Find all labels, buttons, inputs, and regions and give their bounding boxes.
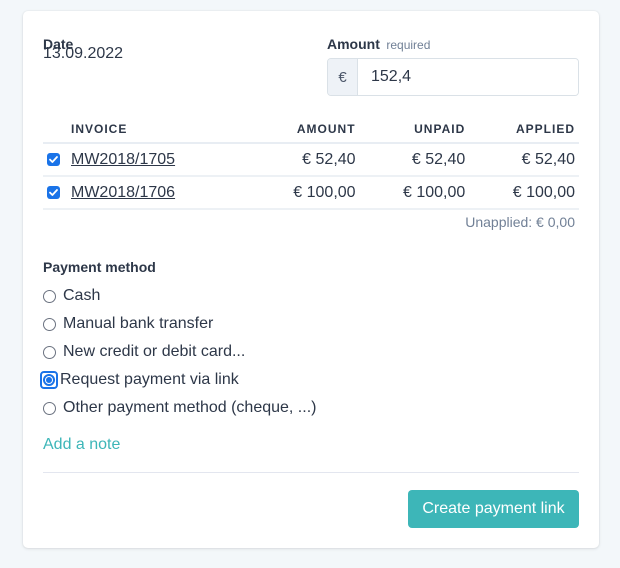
radio-button[interactable]	[43, 317, 56, 331]
unapplied-amount: Unapplied: € 0,00	[465, 214, 575, 230]
invoice-link[interactable]: MW2018/1705	[71, 151, 175, 168]
payment-option-label: Other payment method (cheque, ...)	[63, 399, 317, 416]
checkmark-icon	[49, 155, 58, 163]
create-payment-link-button[interactable]: Create payment link	[408, 490, 579, 528]
header-select	[43, 115, 71, 144]
amount-label: Amount	[327, 36, 380, 52]
amount-cell: € 52,40	[249, 143, 360, 177]
unpaid-cell: € 100,00	[359, 176, 470, 210]
divider	[43, 472, 579, 473]
radio-button[interactable]	[43, 345, 56, 359]
payment-method-options: Cash Manual bank transfer New credit or …	[40, 282, 316, 422]
radio-button[interactable]	[43, 401, 56, 415]
applied-cell: € 52,40	[469, 143, 579, 177]
amount-input[interactable]	[358, 59, 578, 95]
invoice-link[interactable]: MW2018/1706	[71, 184, 175, 201]
amount-cell: € 100,00	[249, 176, 360, 210]
payment-option-bank-transfer[interactable]: Manual bank transfer	[43, 310, 316, 338]
table-row: MW2018/1705 € 52,40 € 52,40 € 52,40	[43, 143, 579, 177]
invoice-table-header: INVOICE AMOUNT UNPAID APPLIED	[43, 115, 579, 144]
applied-cell: € 100,00	[469, 176, 579, 210]
payment-option-label: Cash	[63, 287, 101, 304]
radio-dot	[46, 377, 52, 383]
header-applied: APPLIED	[469, 115, 579, 144]
amount-input-group: €	[327, 58, 579, 96]
invoice-cell: MW2018/1705	[71, 143, 250, 177]
payment-option-other[interactable]: Other payment method (cheque, ...)	[43, 394, 316, 422]
amount-label-wrap: Amount required	[327, 36, 430, 54]
invoice-table: INVOICE AMOUNT UNPAID APPLIED MW2018/170…	[43, 115, 579, 210]
payment-option-label: Request payment via link	[60, 371, 239, 388]
payment-option-payment-link[interactable]: Request payment via link	[40, 366, 316, 394]
radio-button-selected[interactable]	[40, 371, 58, 389]
header-unpaid: UNPAID	[359, 115, 470, 144]
checkmark-icon	[49, 188, 58, 196]
add-note-link[interactable]: Add a note	[43, 436, 120, 454]
invoice-cell: MW2018/1706	[71, 176, 250, 210]
table-row: MW2018/1706 € 100,00 € 100,00 € 100,00	[43, 176, 579, 210]
invoice-checkbox[interactable]	[47, 185, 60, 199]
radio-button[interactable]	[43, 289, 56, 303]
row-select-cell	[43, 143, 71, 177]
header-amount: AMOUNT	[249, 115, 360, 144]
radio-outer	[43, 374, 55, 386]
header-invoice: INVOICE	[71, 115, 250, 144]
date-value[interactable]: 13.09.2022	[43, 45, 123, 63]
invoice-checkbox[interactable]	[47, 152, 60, 166]
payment-option-new-card[interactable]: New credit or debit card...	[43, 338, 316, 366]
payment-option-label: New credit or debit card...	[63, 343, 246, 360]
row-select-cell	[43, 176, 71, 210]
payment-option-label: Manual bank transfer	[63, 315, 214, 332]
amount-required-hint: required	[386, 38, 431, 52]
payment-option-cash[interactable]: Cash	[43, 282, 316, 310]
currency-prefix: €	[328, 59, 358, 95]
payment-method-label: Payment method	[43, 259, 156, 275]
payment-form-card: Date 13.09.2022 Amount required € INVOIC…	[23, 11, 599, 548]
unpaid-cell: € 52,40	[359, 143, 470, 177]
